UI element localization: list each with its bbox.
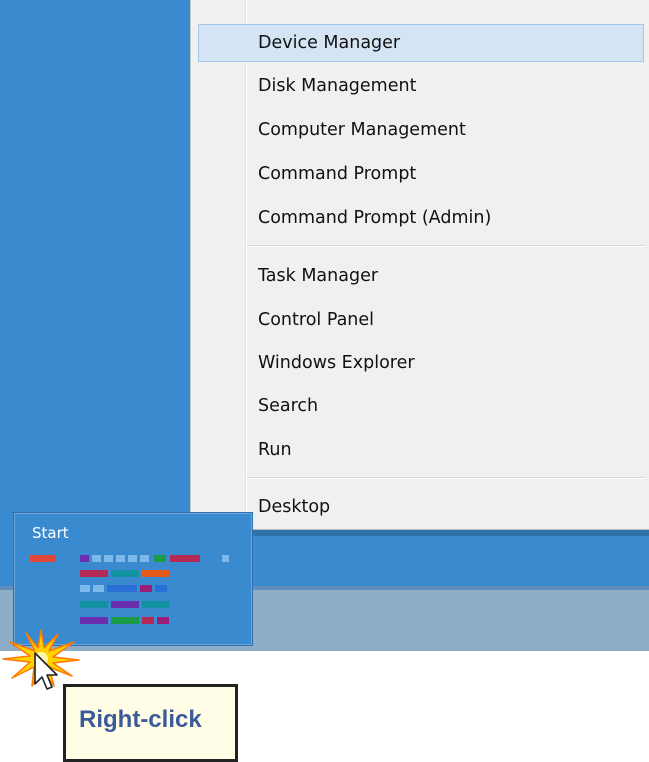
start-tile bbox=[142, 617, 154, 624]
start-tile bbox=[80, 555, 89, 562]
start-tile bbox=[155, 585, 167, 592]
menu-item-windows-explorer[interactable]: Windows Explorer bbox=[198, 344, 644, 382]
start-tile bbox=[128, 555, 137, 562]
start-tile bbox=[140, 585, 152, 592]
start-tile bbox=[30, 555, 56, 562]
start-tile bbox=[107, 585, 137, 592]
menu-item-disk-management[interactable]: Disk Management bbox=[198, 67, 644, 105]
start-tile bbox=[111, 601, 139, 608]
menu-item-command-prompt[interactable]: Command Prompt bbox=[198, 155, 644, 193]
start-tile bbox=[80, 601, 108, 608]
menu-item-control-panel[interactable]: Control Panel bbox=[198, 301, 644, 339]
start-tile bbox=[80, 585, 90, 592]
start-tile bbox=[92, 555, 101, 562]
mouse-pointer-icon bbox=[34, 652, 58, 690]
menu-item-run[interactable]: Run bbox=[198, 431, 644, 469]
start-tile bbox=[157, 617, 169, 624]
menu-item-search[interactable]: Search bbox=[198, 387, 644, 425]
start-tile bbox=[142, 601, 170, 608]
start-tile bbox=[80, 617, 108, 624]
start-label: Start bbox=[32, 524, 69, 542]
start-tile bbox=[111, 570, 139, 577]
menu-item-task-manager[interactable]: Task Manager bbox=[198, 257, 644, 295]
start-tile bbox=[111, 617, 139, 624]
start-tile bbox=[154, 555, 166, 562]
menu-separator bbox=[247, 477, 644, 479]
menu-item-desktop[interactable]: Desktop bbox=[198, 488, 644, 526]
menu-item-computer-management[interactable]: Computer Management bbox=[198, 111, 644, 149]
start-tile bbox=[142, 570, 170, 577]
menu-item-command-prompt-admin[interactable]: Command Prompt (Admin) bbox=[198, 199, 644, 237]
start-tile bbox=[116, 555, 125, 562]
start-tile bbox=[93, 585, 104, 592]
menu-separator bbox=[247, 245, 644, 247]
start-tile bbox=[222, 555, 229, 562]
menu-item-device-manager[interactable]: Device Manager bbox=[198, 24, 644, 62]
start-tile bbox=[80, 570, 108, 577]
start-tile bbox=[170, 555, 200, 562]
right-click-callout: Right-click bbox=[63, 684, 238, 762]
start-tile bbox=[104, 555, 113, 562]
start-tile bbox=[140, 555, 149, 562]
